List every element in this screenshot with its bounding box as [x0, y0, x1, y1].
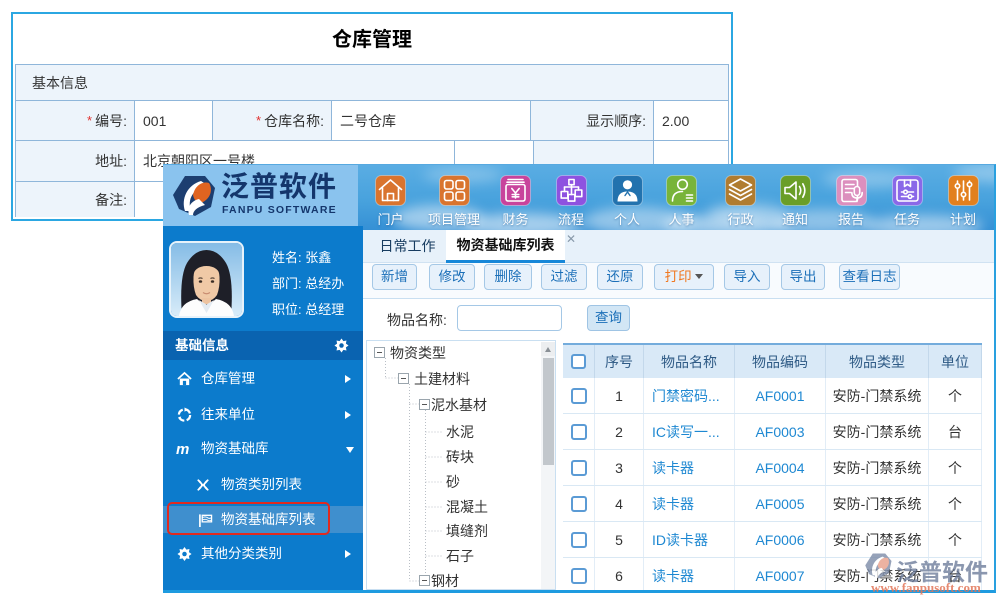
svg-text:m: m: [176, 442, 189, 457]
